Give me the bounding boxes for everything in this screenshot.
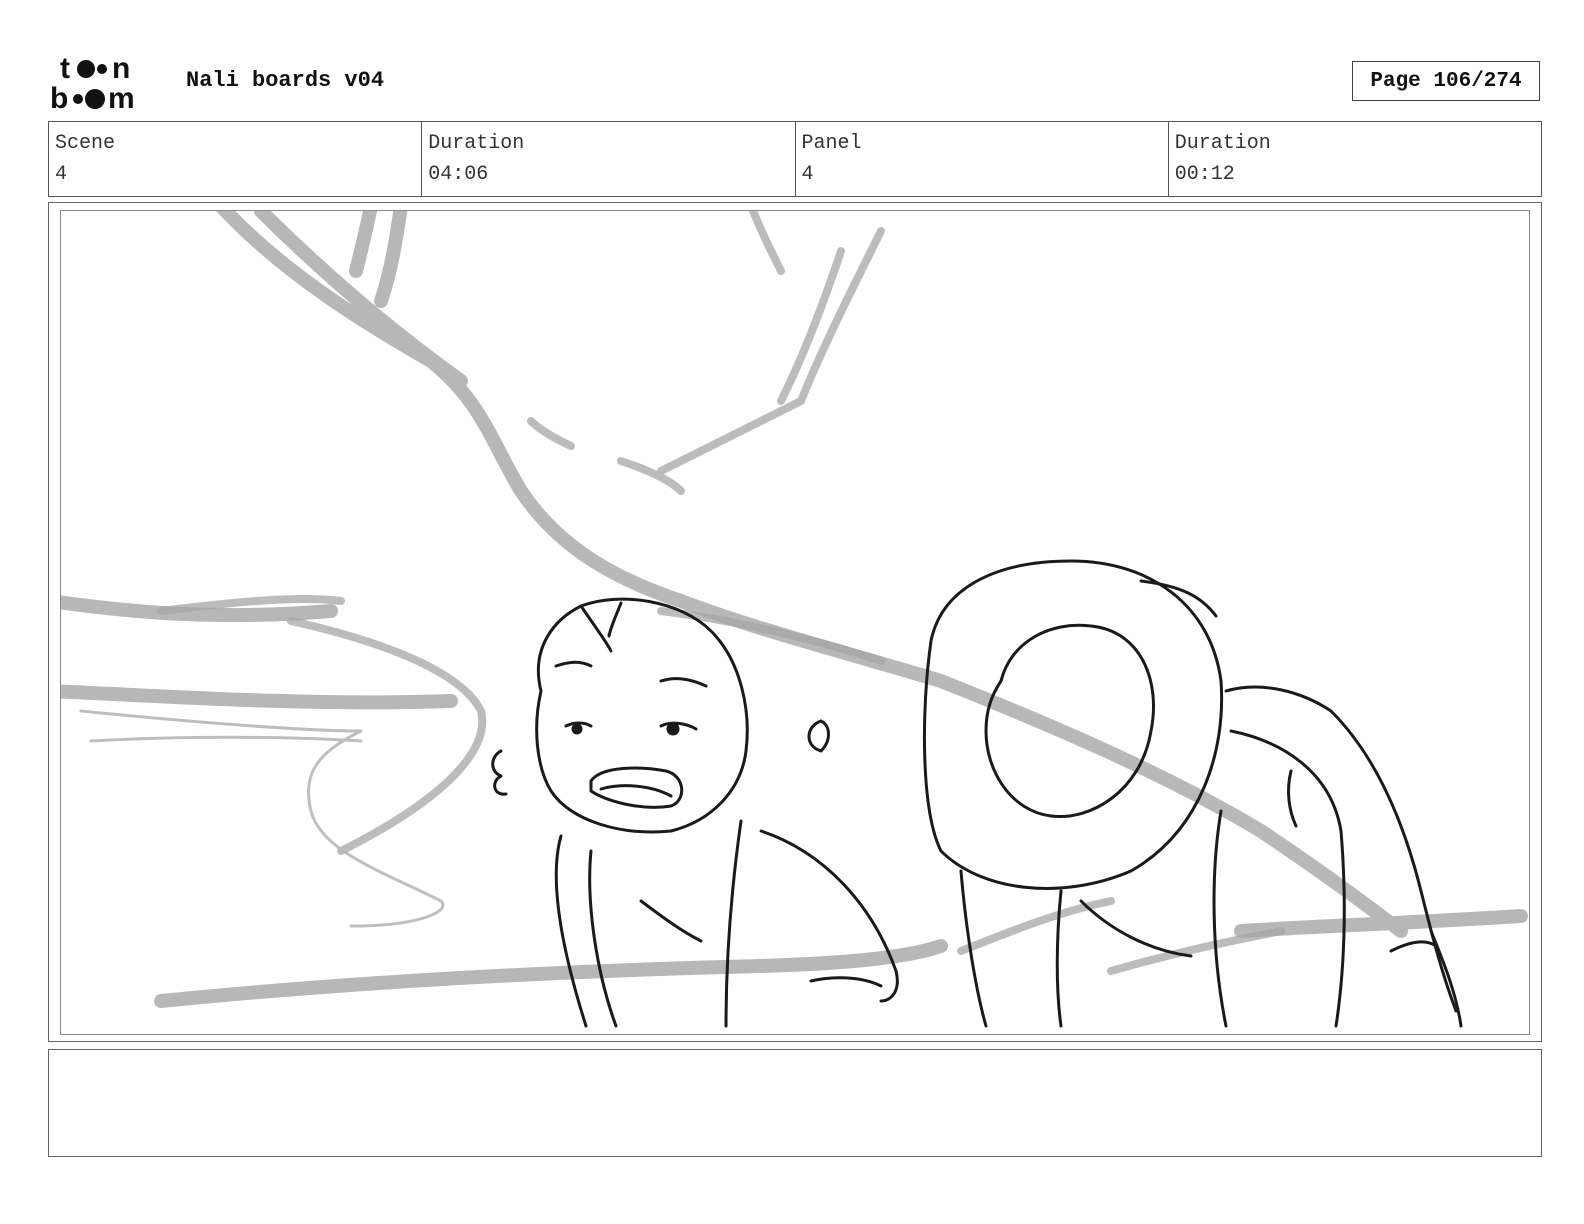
svg-text:b: b [50, 82, 68, 112]
panel-notes [48, 1049, 1542, 1157]
sketch-drawing [61, 211, 1528, 1028]
panel-duration-value: 00:12 [1174, 163, 1235, 186]
page-label: Page 106/274 [1370, 69, 1522, 93]
svg-text:m: m [108, 82, 135, 112]
scene-value: 4 [55, 163, 68, 186]
document-title: Nali boards v04 [186, 68, 385, 93]
scene-cell: Scene 4 [49, 122, 423, 196]
panel-duration-cell: Duration 00:12 [1169, 122, 1541, 196]
scene-label: Scene [55, 132, 116, 155]
panel-value: 4 [801, 163, 814, 186]
panel-cell: Panel 4 [796, 122, 1169, 196]
scene-duration-label: Duration [428, 132, 525, 155]
scene-info-table: Scene 4 Duration 04:06 Panel 4 Duration … [48, 121, 1542, 197]
panel-duration-label: Duration [1174, 132, 1271, 155]
page-indicator: Page 106/274 [1352, 61, 1540, 101]
toon-boom-logo: t n b m [50, 52, 135, 112]
storyboard-panel-image [60, 210, 1530, 1035]
scene-duration-value: 04:06 [428, 163, 489, 186]
svg-text:t: t [60, 52, 70, 85]
panel-label: Panel [801, 132, 862, 155]
scene-duration-cell: Duration 04:06 [422, 122, 796, 196]
svg-text:n: n [112, 52, 130, 85]
